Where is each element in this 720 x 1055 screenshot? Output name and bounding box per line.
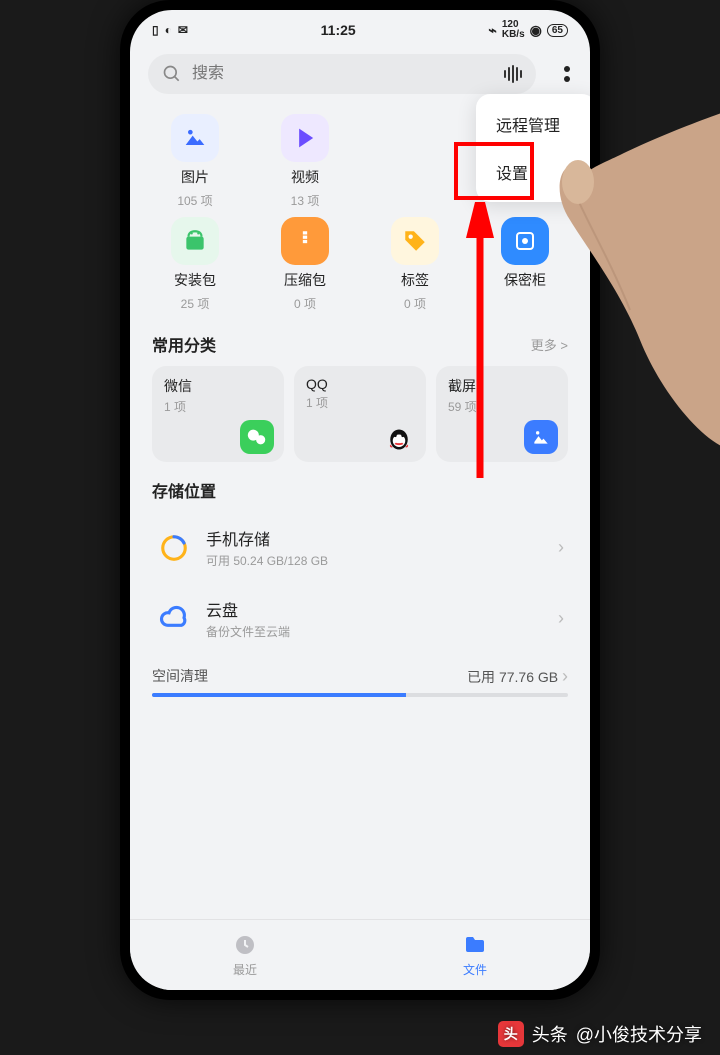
voice-search-icon[interactable] bbox=[504, 65, 522, 83]
status-sim-icon: ▯ bbox=[152, 23, 159, 37]
apk-icon bbox=[171, 217, 219, 265]
card-label: 截屏 bbox=[448, 376, 556, 396]
storage-phone[interactable]: 手机存储 可用 50.24 GB/128 GB › bbox=[152, 512, 568, 583]
qq-icon bbox=[382, 420, 416, 454]
storage-cloud[interactable]: 云盘 备份文件至云端 › bbox=[152, 583, 568, 654]
category-tags[interactable]: 标签 0 项 bbox=[360, 217, 470, 312]
bottom-nav: 最近 文件 bbox=[130, 919, 590, 990]
toutiao-logo-icon: 头 bbox=[498, 1021, 524, 1047]
wifi-icon: ◉ bbox=[530, 22, 542, 39]
common-categories-section: 常用分类 更多 > 微信 1 项 QQ 1 项 bbox=[130, 320, 590, 466]
common-card-screenshot[interactable]: 截屏 59 项 bbox=[436, 366, 568, 462]
tab-files[interactable]: 文件 bbox=[360, 920, 590, 990]
bluetooth-off-icon: ⌁ bbox=[488, 22, 496, 39]
chevron-right-icon: › bbox=[558, 537, 564, 558]
category-count: 25 项 bbox=[181, 295, 210, 312]
cloud-icon bbox=[156, 601, 192, 637]
category-label: 压缩包 bbox=[284, 270, 326, 290]
tab-label: 最近 bbox=[233, 961, 257, 978]
photo-icon bbox=[171, 114, 219, 162]
cleanup-label: 空间清理 bbox=[152, 666, 208, 687]
category-count: 13 项 bbox=[291, 192, 320, 209]
card-count: 1 项 bbox=[164, 398, 272, 415]
storage-section: 存储位置 手机存储 可用 50.24 GB/128 GB › 云盘 备份文件至 bbox=[130, 466, 590, 658]
cleanup-progress bbox=[152, 693, 568, 697]
card-label: 微信 bbox=[164, 376, 272, 396]
category-photos[interactable]: 图片 105 项 bbox=[140, 114, 250, 209]
tag-icon bbox=[391, 217, 439, 265]
video-icon bbox=[281, 114, 329, 162]
common-card-qq[interactable]: QQ 1 项 bbox=[294, 366, 426, 462]
disk-icon bbox=[156, 530, 192, 566]
category-count: 0 项 bbox=[404, 295, 426, 312]
card-count: 59 项 bbox=[448, 398, 556, 415]
section-title: 存储位置 bbox=[152, 478, 216, 502]
section-title: 常用分类 bbox=[152, 332, 216, 356]
overflow-menu-button[interactable] bbox=[564, 66, 570, 82]
search-bar[interactable] bbox=[148, 54, 536, 94]
phone-screen: ▯ ◐ ✉ 11:25 ⌁ 120 KB/s ◉ 65 bbox=[130, 10, 590, 990]
watermark: 头 头条 @小俊技术分享 bbox=[498, 1021, 702, 1047]
cleanup-used: 已用 77.76 GB bbox=[467, 669, 558, 685]
storage-name: 云盘 bbox=[206, 597, 544, 621]
menu-remote-management[interactable]: 远程管理 bbox=[476, 100, 590, 148]
net-unit: KB/s bbox=[502, 30, 525, 40]
category-safe[interactable]: 保密柜 bbox=[470, 217, 580, 312]
status-sync-icon: ◐ bbox=[165, 23, 172, 37]
tab-recent[interactable]: 最近 bbox=[130, 920, 360, 990]
folder-icon bbox=[463, 933, 487, 957]
watermark-prefix: 头条 bbox=[532, 1021, 568, 1047]
category-count: 0 项 bbox=[294, 295, 316, 312]
category-archive[interactable]: 压缩包 0 项 bbox=[250, 217, 360, 312]
clock-icon bbox=[233, 933, 257, 957]
category-videos[interactable]: 视频 13 项 bbox=[250, 114, 360, 209]
search-icon bbox=[162, 64, 182, 84]
search-input[interactable] bbox=[190, 64, 496, 84]
phone-frame: ▯ ◐ ✉ 11:25 ⌁ 120 KB/s ◉ 65 bbox=[120, 0, 600, 1000]
more-link[interactable]: 更多 > bbox=[531, 335, 568, 354]
storage-sub: 备份文件至云端 bbox=[206, 623, 544, 640]
chevron-right-icon: › bbox=[562, 666, 568, 686]
space-cleanup-row[interactable]: 空间清理 已用 77.76 GB › bbox=[152, 666, 568, 693]
screenshot-icon bbox=[524, 420, 558, 454]
card-count: 1 项 bbox=[306, 394, 414, 411]
watermark-author: @小俊技术分享 bbox=[576, 1021, 702, 1047]
category-apk[interactable]: 安装包 25 项 bbox=[140, 217, 250, 312]
cleanup-progress-fill bbox=[152, 693, 406, 697]
status-time: 11:25 bbox=[321, 22, 356, 38]
storage-sub: 可用 50.24 GB/128 GB bbox=[206, 552, 544, 569]
category-label: 安装包 bbox=[174, 270, 216, 290]
category-label: 视频 bbox=[291, 167, 319, 187]
annotation-highlight-box bbox=[454, 142, 534, 200]
tab-label: 文件 bbox=[463, 961, 487, 978]
status-bar: ▯ ◐ ✉ 11:25 ⌁ 120 KB/s ◉ 65 bbox=[130, 10, 590, 44]
chevron-right-icon: › bbox=[558, 608, 564, 629]
wechat-icon bbox=[240, 420, 274, 454]
archive-icon bbox=[281, 217, 329, 265]
category-grid: 图片 105 项 视频 13 项 安装包 25 项 bbox=[130, 104, 590, 320]
card-label: QQ bbox=[306, 376, 414, 392]
common-card-wechat[interactable]: 微信 1 项 bbox=[152, 366, 284, 462]
battery-level: 65 bbox=[547, 24, 568, 37]
storage-name: 手机存储 bbox=[206, 526, 544, 550]
status-message-icon: ✉ bbox=[178, 23, 188, 37]
category-label: 标签 bbox=[401, 270, 429, 290]
category-label: 保密柜 bbox=[504, 270, 546, 290]
category-count: 105 项 bbox=[177, 192, 212, 209]
category-label: 图片 bbox=[181, 167, 209, 187]
safe-icon bbox=[501, 217, 549, 265]
